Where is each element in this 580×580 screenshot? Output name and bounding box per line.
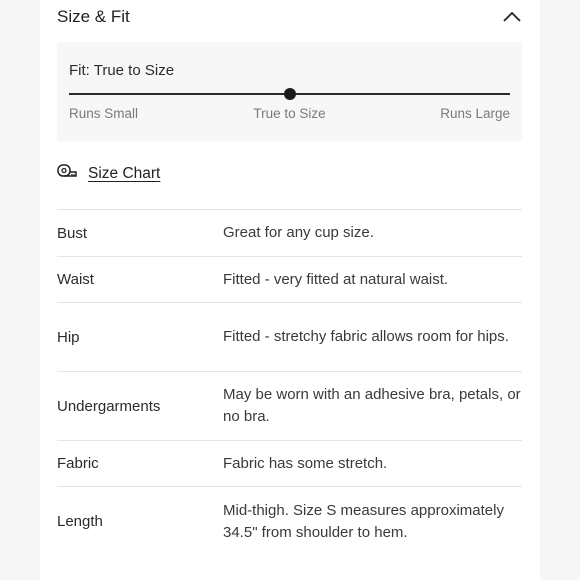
detail-label: Bust [57, 224, 88, 242]
detail-label: Undergarments [57, 397, 161, 415]
chevron-up-icon[interactable] [501, 6, 523, 28]
detail-label: Waist [57, 271, 94, 288]
detail-value: Fitted - very fitted at natural waist. [223, 270, 449, 288]
detail-row-undergarments: Undergarments May be worn with an adhesi… [57, 371, 522, 440]
detail-value: Great for any cup size. [223, 224, 374, 241]
detail-label: Fabric [57, 455, 99, 472]
detail-value: May be worn with an adhesive bra, petals… [223, 386, 521, 425]
detail-value: Fabric has some stretch. [223, 454, 388, 472]
size-chart-link[interactable]: Size Chart [57, 163, 160, 184]
size-fit-panel: Size & Fit Fit: True to Size Runs Small … [40, 0, 540, 580]
size-fit-header[interactable]: Size & Fit [57, 0, 523, 34]
detail-row-hip: Hip Fitted - stretchy fabric allows room… [57, 302, 522, 371]
detail-label: Length [57, 513, 103, 530]
detail-row-fabric: Fabric Fabric has some stretch. [57, 440, 522, 486]
detail-row-length: Length Mid-thigh. Size S measures approx… [57, 486, 522, 556]
size-chart-label: Size Chart [88, 164, 161, 182]
fit-scale-marker [283, 88, 296, 100]
detail-row-waist: Waist Fitted - very fitted at natural wa… [57, 256, 522, 302]
fit-details-table: Bust Great for any cup size. Waist Fitte… [57, 209, 522, 556]
fit-title: Fit: True to Size [69, 62, 175, 79]
detail-label: Hip [57, 328, 80, 346]
detail-value: Fitted - stretchy fabric allows room for… [223, 328, 509, 345]
detail-row-bust: Bust Great for any cup size. [57, 209, 522, 256]
measuring-tape-icon [57, 163, 77, 184]
scale-label-runs-large: Runs Large [440, 106, 510, 121]
section-title: Size & Fit [57, 7, 130, 26]
fit-indicator: Fit: True to Size Runs Small True to Siz… [57, 42, 522, 141]
detail-value: Mid-thigh. Size S measures approximately… [223, 501, 504, 541]
